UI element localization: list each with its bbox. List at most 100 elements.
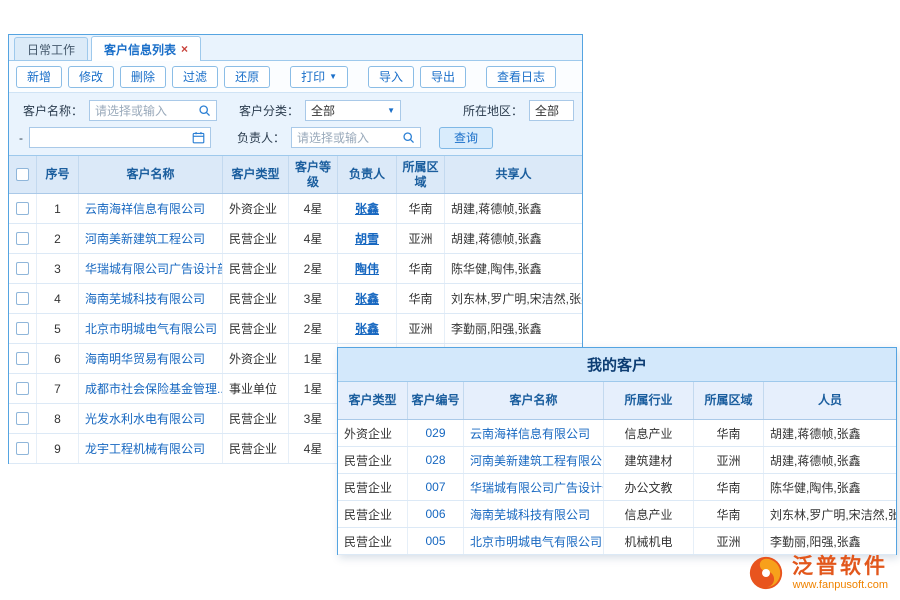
print-button[interactable]: 打印 ▼ — [290, 66, 348, 88]
row-checkbox[interactable] — [16, 202, 29, 215]
owner-link[interactable]: 张鑫 — [338, 194, 397, 223]
customer-name-link[interactable]: 华瑞城有限公司广告设计部 — [464, 474, 604, 500]
customer-name-link[interactable]: 成都市社会保险基金管理... — [79, 374, 223, 403]
row-checkbox[interactable] — [16, 412, 29, 425]
row-checkbox[interactable] — [16, 352, 29, 365]
search-button[interactable]: 查询 — [439, 127, 493, 149]
category-select[interactable]: 全部 ▼ — [305, 100, 401, 121]
table-row[interactable]: 民营企业007华瑞城有限公司广告设计部办公文教华南陈华健,陶伟,张鑫 — [338, 474, 896, 501]
customer-industry: 信息产业 — [604, 501, 694, 527]
customer-name-link[interactable]: 河南美新建筑工程有限公司 — [464, 447, 604, 473]
table-row[interactable]: 民营企业028河南美新建筑工程有限公司建筑建材亚洲胡建,蒋德帧,张鑫 — [338, 447, 896, 474]
customer-name-link[interactable]: 河南美新建筑工程公司 — [79, 224, 223, 253]
edit-button[interactable]: 修改 — [68, 66, 114, 88]
owner-link[interactable]: 胡雪 — [338, 224, 397, 253]
search-icon[interactable] — [198, 104, 211, 117]
customer-name-link[interactable]: 北京市明城电气有限公司 — [464, 528, 604, 554]
customer-type: 民营企业 — [338, 474, 408, 500]
shared-people: 刘东林,罗广明,宋洁然,张鑫 — [445, 284, 582, 313]
add-button[interactable]: 新增 — [16, 66, 62, 88]
table-row[interactable]: 4海南芜城科技有限公司民营企业3星张鑫华南刘东林,罗广明,宋洁然,张鑫 — [9, 284, 582, 314]
import-button[interactable]: 导入 — [368, 66, 414, 88]
customer-table-header: 序号 客户名称 客户类型 客户等级 负责人 所属区域 共享人 — [9, 156, 582, 194]
customer-code-link[interactable]: 029 — [408, 420, 464, 446]
row-checkbox-cell — [9, 254, 37, 283]
customer-level: 4星 — [289, 224, 338, 253]
tab-daily-work[interactable]: 日常工作 — [14, 37, 88, 60]
row-checkbox[interactable] — [16, 292, 29, 305]
region-value: 全部 — [535, 102, 559, 119]
my-customers-body: 外资企业029云南海祥信息有限公司信息产业华南胡建,蒋德帧,张鑫民营企业028河… — [338, 420, 896, 555]
filter-panel: 客户名称： 客户分类： 全部 ▼ 所在地区： 全部 - — [9, 93, 582, 156]
customer-industry: 办公文教 — [604, 474, 694, 500]
region-select[interactable]: 全部 — [529, 100, 574, 121]
fanpu-logo-icon — [747, 554, 785, 592]
col-header-shared: 共享人 — [445, 156, 582, 193]
date-input[interactable] — [35, 131, 188, 145]
customer-name-link[interactable]: 龙宇工程机械有限公司 — [79, 434, 223, 463]
owner-link[interactable]: 陶伟 — [338, 254, 397, 283]
table-row[interactable]: 1云南海祥信息有限公司外资企业4星张鑫华南胡建,蒋德帧,张鑫 — [9, 194, 582, 224]
row-seq: 3 — [37, 254, 79, 283]
table-row[interactable]: 5北京市明城电气有限公司民营企业2星张鑫亚洲李勤丽,阳强,张鑫 — [9, 314, 582, 344]
customer-name-link[interactable]: 华瑞城有限公司广告设计部 — [79, 254, 223, 283]
owner-input[interactable] — [297, 131, 398, 145]
owner-link[interactable]: 张鑫 — [338, 314, 397, 343]
row-checkbox[interactable] — [16, 322, 29, 335]
shared-people: 李勤丽,阳强,张鑫 — [445, 314, 582, 343]
customer-region: 华南 — [397, 194, 445, 223]
customer-name-link[interactable]: 海南芜城科技有限公司 — [79, 284, 223, 313]
row-seq: 4 — [37, 284, 79, 313]
col-header-type: 客户类型 — [223, 156, 289, 193]
customer-type: 民营企业 — [338, 528, 408, 554]
table-row[interactable]: 2河南美新建筑工程公司民营企业4星胡雪亚洲胡建,蒋德帧,张鑫 — [9, 224, 582, 254]
close-icon[interactable]: × — [181, 43, 188, 55]
tab-customer-list[interactable]: 客户信息列表 × — [91, 36, 201, 61]
customer-name-link[interactable]: 海南明华贸易有限公司 — [79, 344, 223, 373]
row-checkbox[interactable] — [16, 232, 29, 245]
customer-code-link[interactable]: 007 — [408, 474, 464, 500]
customer-name-link[interactable]: 海南芜城科技有限公司 — [464, 501, 604, 527]
search-icon[interactable] — [402, 131, 415, 144]
select-all-checkbox[interactable] — [16, 168, 29, 181]
customer-region: 亚洲 — [397, 224, 445, 253]
customer-code-link[interactable]: 005 — [408, 528, 464, 554]
customer-level: 4星 — [289, 434, 338, 463]
customer-name-input[interactable] — [95, 104, 194, 118]
table-row[interactable]: 3华瑞城有限公司广告设计部民营企业2星陶伟华南陈华健,陶伟,张鑫 — [9, 254, 582, 284]
table-row[interactable]: 外资企业029云南海祥信息有限公司信息产业华南胡建,蒋德帧,张鑫 — [338, 420, 896, 447]
customer-name-link[interactable]: 云南海祥信息有限公司 — [79, 194, 223, 223]
row-checkbox[interactable] — [16, 382, 29, 395]
filter-button[interactable]: 过滤 — [172, 66, 218, 88]
customer-name-link[interactable]: 北京市明城电气有限公司 — [79, 314, 223, 343]
member-names: 李勤丽,阳强,张鑫 — [764, 528, 896, 554]
col-header-region: 所属区域 — [694, 382, 764, 419]
customer-code-link[interactable]: 006 — [408, 501, 464, 527]
shared-people: 胡建,蒋德帧,张鑫 — [445, 194, 582, 223]
customer-region: 华南 — [397, 254, 445, 283]
customer-type: 事业单位 — [223, 374, 289, 403]
row-checkbox[interactable] — [16, 262, 29, 275]
tab-label: 客户信息列表 — [104, 41, 176, 58]
row-checkbox-cell — [9, 344, 37, 373]
view-log-button[interactable]: 查看日志 — [486, 66, 556, 88]
customer-level: 2星 — [289, 314, 338, 343]
vendor-branding: 泛普软件 www.fanpusoft.com — [747, 554, 888, 592]
row-checkbox-cell — [9, 314, 37, 343]
row-checkbox[interactable] — [16, 442, 29, 455]
col-header-members: 人员 — [764, 382, 896, 419]
customer-name-label: 客户名称： — [23, 102, 83, 119]
table-row[interactable]: 民营企业006海南芜城科技有限公司信息产业华南刘东林,罗广明,宋洁然,张鑫 — [338, 501, 896, 528]
row-seq: 5 — [37, 314, 79, 343]
customer-code-link[interactable]: 028 — [408, 447, 464, 473]
restore-button[interactable]: 还原 — [224, 66, 270, 88]
table-row[interactable]: 民营企业005北京市明城电气有限公司机械机电亚洲李勤丽,阳强,张鑫 — [338, 528, 896, 555]
calendar-icon[interactable] — [192, 131, 205, 144]
customer-name-link[interactable]: 光发水利水电有限公司 — [79, 404, 223, 433]
customer-level: 2星 — [289, 254, 338, 283]
owner-link[interactable]: 张鑫 — [338, 284, 397, 313]
export-button[interactable]: 导出 — [420, 66, 466, 88]
col-header-region: 所属区域 — [397, 156, 445, 193]
customer-name-link[interactable]: 云南海祥信息有限公司 — [464, 420, 604, 446]
delete-button[interactable]: 删除 — [120, 66, 166, 88]
